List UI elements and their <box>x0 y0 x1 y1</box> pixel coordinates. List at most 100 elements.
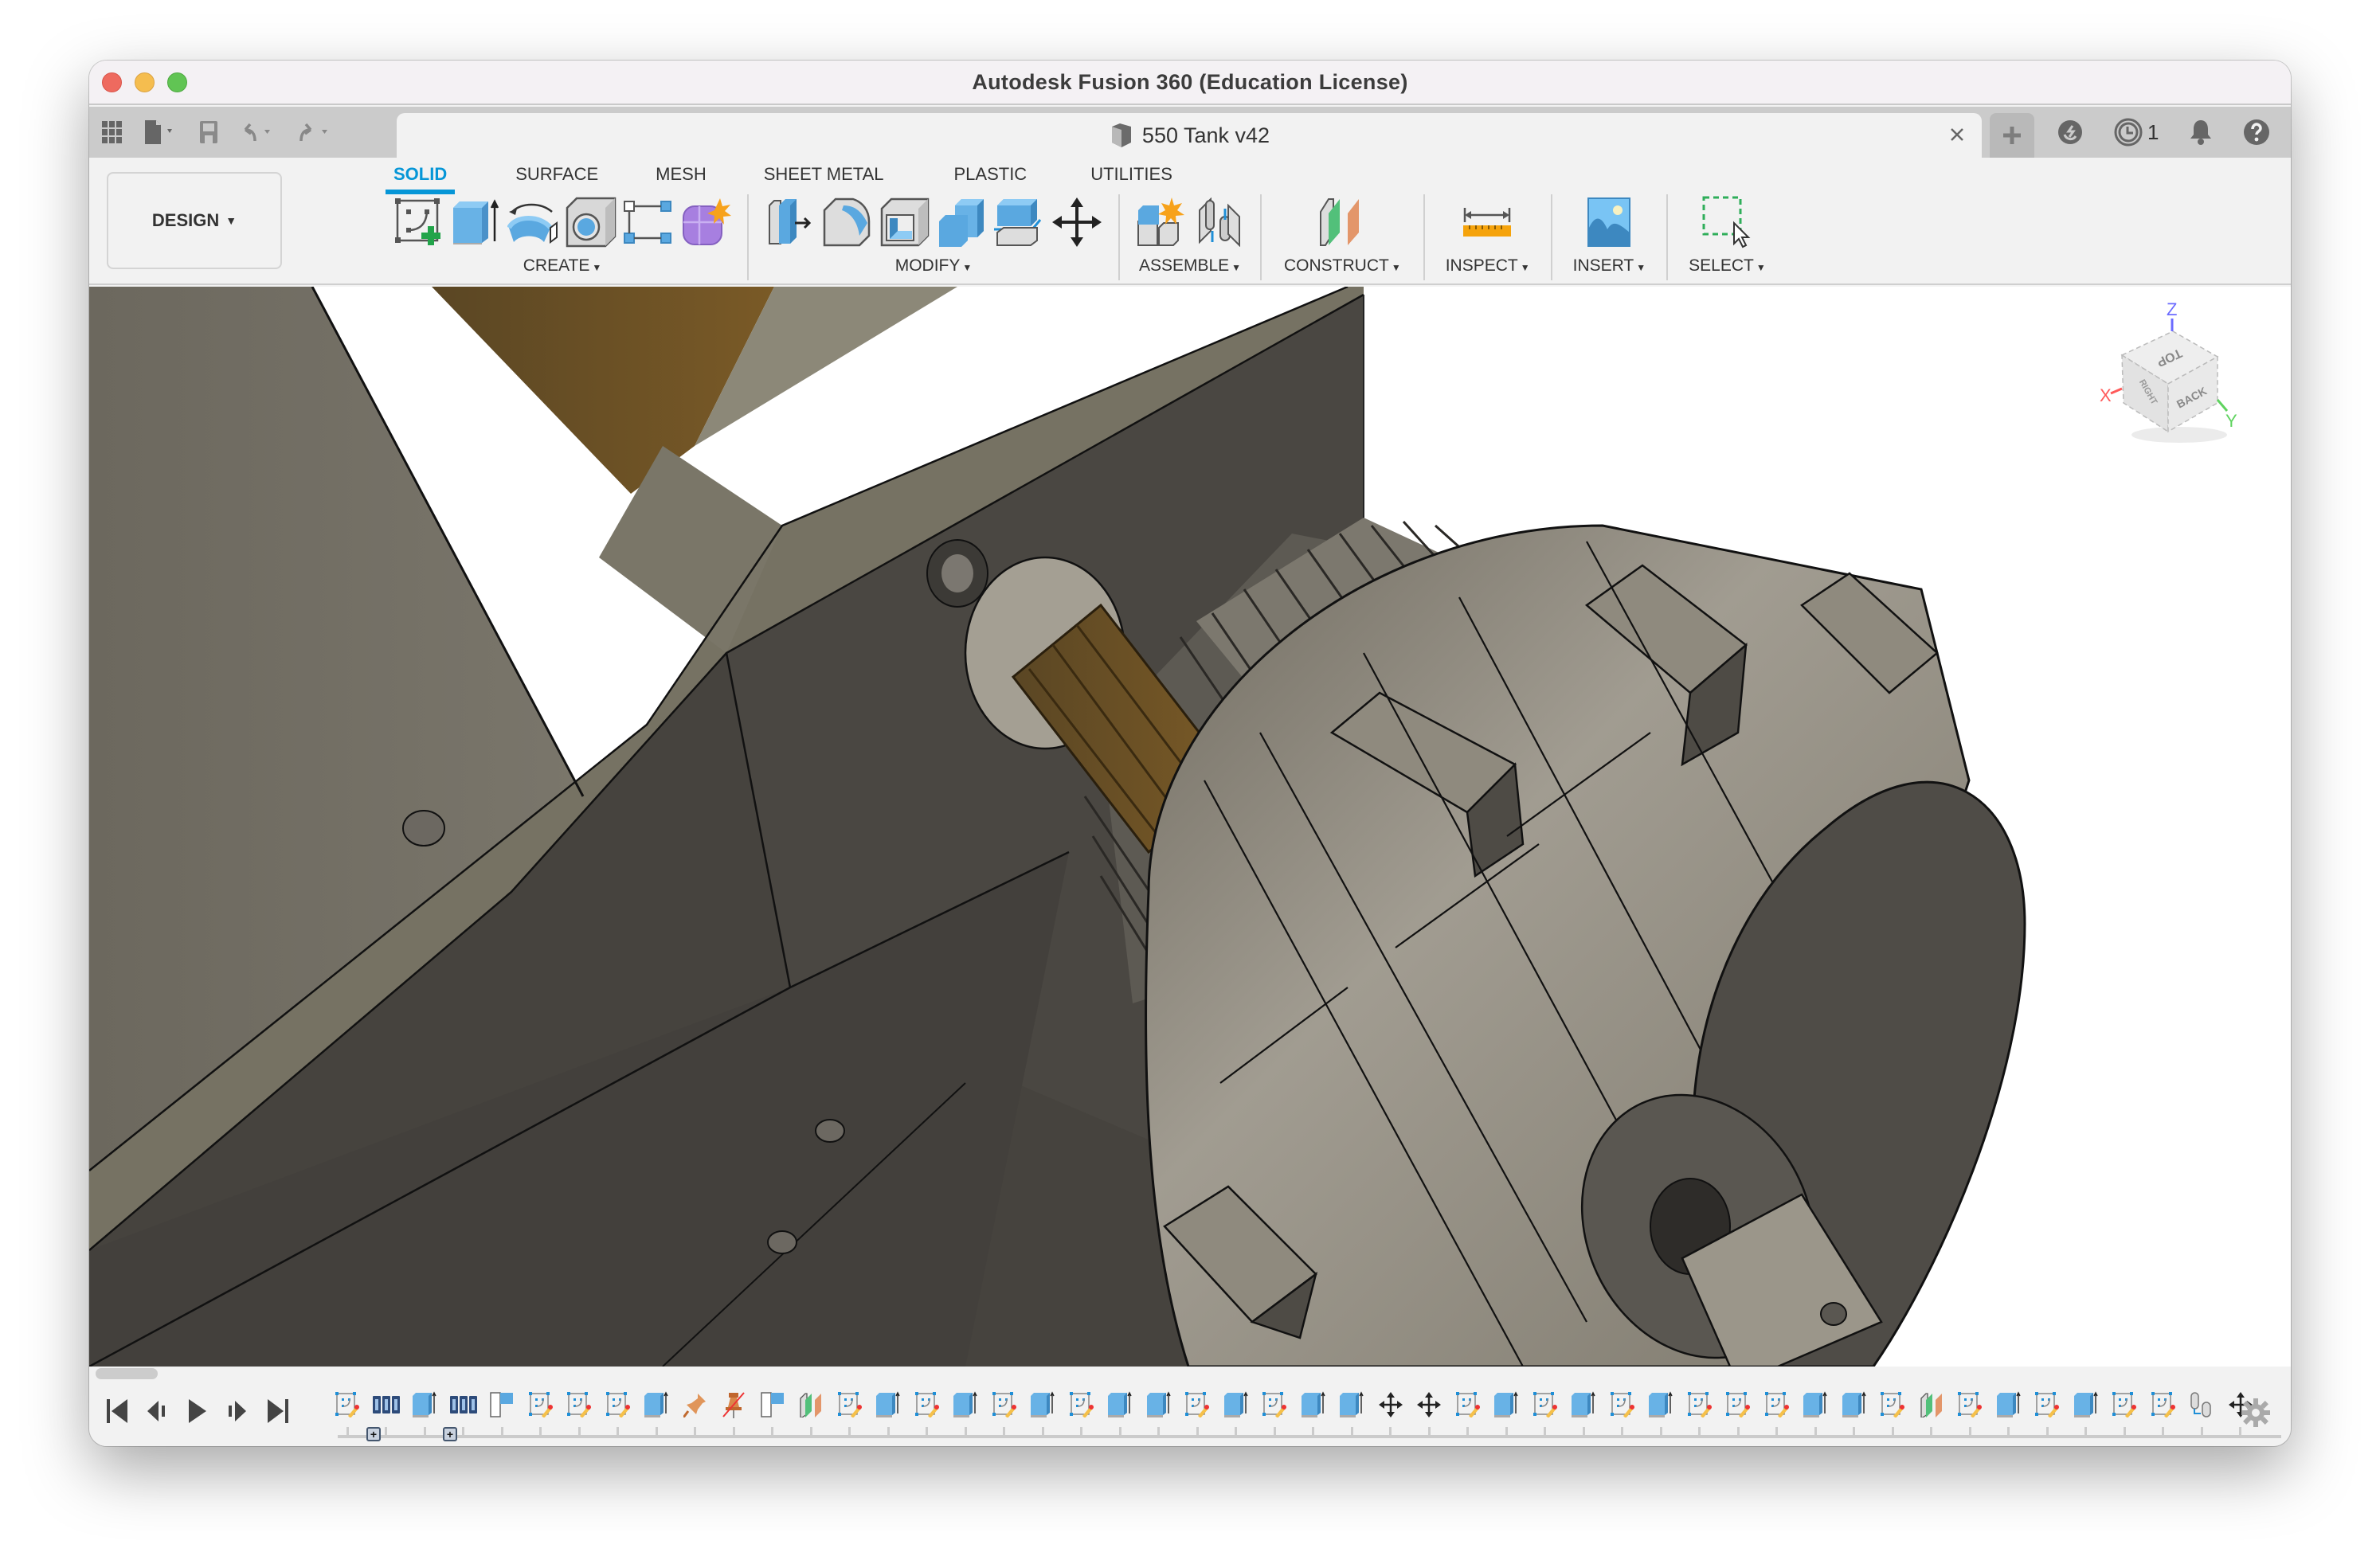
tab-sheet-metal[interactable]: SHEET METAL <box>764 158 884 190</box>
joint-icon[interactable] <box>1190 194 1247 250</box>
expand-group-button[interactable]: + <box>443 1427 457 1441</box>
combine-icon[interactable] <box>934 194 991 250</box>
timeline-feature-extrude[interactable] <box>1101 1390 1140 1419</box>
timeline-feature-move[interactable] <box>1372 1390 1411 1419</box>
timeline-feature-extrude[interactable] <box>1487 1390 1526 1419</box>
timeline-feature-extrude[interactable] <box>1564 1390 1603 1419</box>
pattern-icon[interactable] <box>620 194 677 250</box>
create-sketch-icon[interactable] <box>390 194 448 250</box>
timeline-feature-move[interactable] <box>1410 1390 1449 1419</box>
measure-icon[interactable] <box>1459 194 1517 250</box>
timeline-feature-sketch[interactable] <box>2028 1390 2067 1419</box>
revolve-icon[interactable] <box>505 194 562 250</box>
modify-menu[interactable]: MODIFY ▼ <box>895 256 973 276</box>
timeline-feature-extrude[interactable] <box>1796 1390 1835 1419</box>
timeline-feature-unpin[interactable] <box>714 1390 754 1419</box>
timeline-feature-construct-plane[interactable] <box>1912 1390 1951 1419</box>
insert-menu[interactable]: INSERT ▼ <box>1573 256 1646 276</box>
close-tab-icon[interactable] <box>1945 123 1969 147</box>
timeline-feature-sketch[interactable] <box>328 1390 367 1419</box>
timeline-feature-extrude[interactable] <box>1140 1390 1179 1419</box>
tab-plastic[interactable]: PLASTIC <box>954 158 1028 190</box>
timeline-feature-construct-plane[interactable] <box>792 1390 831 1419</box>
apps-grid-icon[interactable] <box>102 121 123 143</box>
timeline-feature-sketch[interactable] <box>1255 1390 1294 1419</box>
select-menu[interactable]: SELECT ▼ <box>1689 256 1766 276</box>
split-body-icon[interactable] <box>991 194 1048 250</box>
new-tab-icon[interactable] <box>1990 113 2034 158</box>
undo-icon[interactable] <box>239 120 277 144</box>
step-back-button[interactable] <box>145 1398 170 1424</box>
assemble-menu[interactable]: ASSEMBLE ▼ <box>1139 256 1241 276</box>
timeline-feature-offset-plane[interactable] <box>754 1390 793 1419</box>
tab-utilities[interactable]: UTILITIES <box>1090 158 1172 190</box>
timeline-feature-sketch[interactable] <box>1526 1390 1565 1419</box>
timeline-feature-sketch[interactable] <box>2144 1390 2183 1419</box>
view-cube[interactable]: TOP BACK RIGHT Z X Y <box>2100 299 2259 459</box>
timeline-feature-sketch[interactable] <box>1063 1390 1102 1419</box>
timeline-feature-sketch[interactable] <box>1758 1390 1797 1419</box>
close-window-button[interactable] <box>102 72 122 92</box>
new-component-icon[interactable] <box>1133 194 1190 250</box>
timeline-feature-extrude[interactable] <box>1333 1390 1372 1419</box>
play-button[interactable] <box>185 1398 210 1424</box>
timeline-settings-icon[interactable] <box>2240 1397 2272 1429</box>
timeline-feature-extrude[interactable] <box>637 1390 676 1419</box>
job-status-icon[interactable]: 1 <box>2114 118 2159 147</box>
fillet-icon[interactable] <box>819 194 876 250</box>
timeline-feature-extrude[interactable] <box>1835 1390 1874 1419</box>
press-pull-icon[interactable] <box>761 194 819 250</box>
timeline-feature-sketch[interactable] <box>1719 1390 1758 1419</box>
workspace-switcher[interactable]: DESIGN ▼ <box>107 172 282 269</box>
timeline-feature-sketch[interactable] <box>1603 1390 1642 1419</box>
tab-surface[interactable]: SURFACE <box>515 158 598 190</box>
tab-solid[interactable]: SOLID <box>385 158 456 194</box>
extensions-icon[interactable] <box>2057 119 2084 146</box>
help-icon[interactable] <box>2243 119 2270 146</box>
timeline-feature-offset-plane[interactable] <box>483 1390 522 1419</box>
timeline-feature-sketch[interactable] <box>560 1390 599 1419</box>
3d-viewport[interactable]: TOP BACK RIGHT Z X Y <box>89 287 2291 1367</box>
minimize-window-button[interactable] <box>135 72 155 92</box>
timeline-feature-joint[interactable] <box>2182 1390 2221 1419</box>
timeline-feature-pattern[interactable] <box>367 1390 406 1419</box>
timeline-feature-extrude[interactable] <box>946 1390 985 1419</box>
timeline-feature-sketch[interactable] <box>908 1390 947 1419</box>
timeline-feature-extrude[interactable] <box>1217 1390 1256 1419</box>
timeline-feature-extrude[interactable] <box>2067 1390 2106 1419</box>
extrude-icon[interactable] <box>448 194 505 250</box>
tab-mesh[interactable]: MESH <box>656 158 707 190</box>
timeline-feature-sketch[interactable] <box>831 1390 870 1419</box>
construct-menu[interactable]: CONSTRUCT ▼ <box>1284 256 1401 276</box>
timeline-feature-sketch[interactable] <box>1951 1390 1990 1419</box>
go-to-start-button[interactable] <box>105 1398 131 1424</box>
maximize-window-button[interactable] <box>167 72 187 92</box>
timeline-feature-sketch[interactable] <box>522 1390 561 1419</box>
create-form-icon[interactable] <box>677 194 734 250</box>
timeline-feature-sketch[interactable] <box>985 1390 1024 1419</box>
timeline-feature-extrude[interactable] <box>1294 1390 1333 1419</box>
inspect-menu[interactable]: INSPECT ▼ <box>1446 256 1530 276</box>
document-tab[interactable]: 550 Tank v42 <box>397 113 1982 158</box>
offset-plane-icon[interactable] <box>1313 194 1371 250</box>
model-render[interactable] <box>89 287 2291 1367</box>
timeline-feature-sketch[interactable] <box>1873 1390 1912 1419</box>
expand-group-button[interactable]: + <box>366 1427 381 1441</box>
timeline-feature-sketch[interactable] <box>1449 1390 1488 1419</box>
timeline-scrollbar[interactable] <box>96 1368 158 1379</box>
timeline-feature-pin[interactable] <box>676 1390 715 1419</box>
timeline-feature-extrude[interactable] <box>405 1390 444 1419</box>
save-icon[interactable] <box>199 120 218 144</box>
timeline-feature-pattern[interactable] <box>444 1390 483 1419</box>
redo-icon[interactable] <box>298 120 336 144</box>
timeline-feature-extrude[interactable] <box>1024 1390 1063 1419</box>
timeline-feature-sketch[interactable] <box>1178 1390 1217 1419</box>
shell-icon[interactable] <box>876 194 934 250</box>
timeline-feature-extrude[interactable] <box>1642 1390 1681 1419</box>
timeline-feature-extrude[interactable] <box>869 1390 908 1419</box>
step-forward-button[interactable] <box>225 1398 250 1424</box>
notifications-icon[interactable] <box>2189 119 2213 146</box>
move-copy-icon[interactable] <box>1048 194 1106 250</box>
create-menu[interactable]: CREATE ▼ <box>523 256 602 276</box>
timeline-feature-sketch[interactable] <box>1681 1390 1720 1419</box>
